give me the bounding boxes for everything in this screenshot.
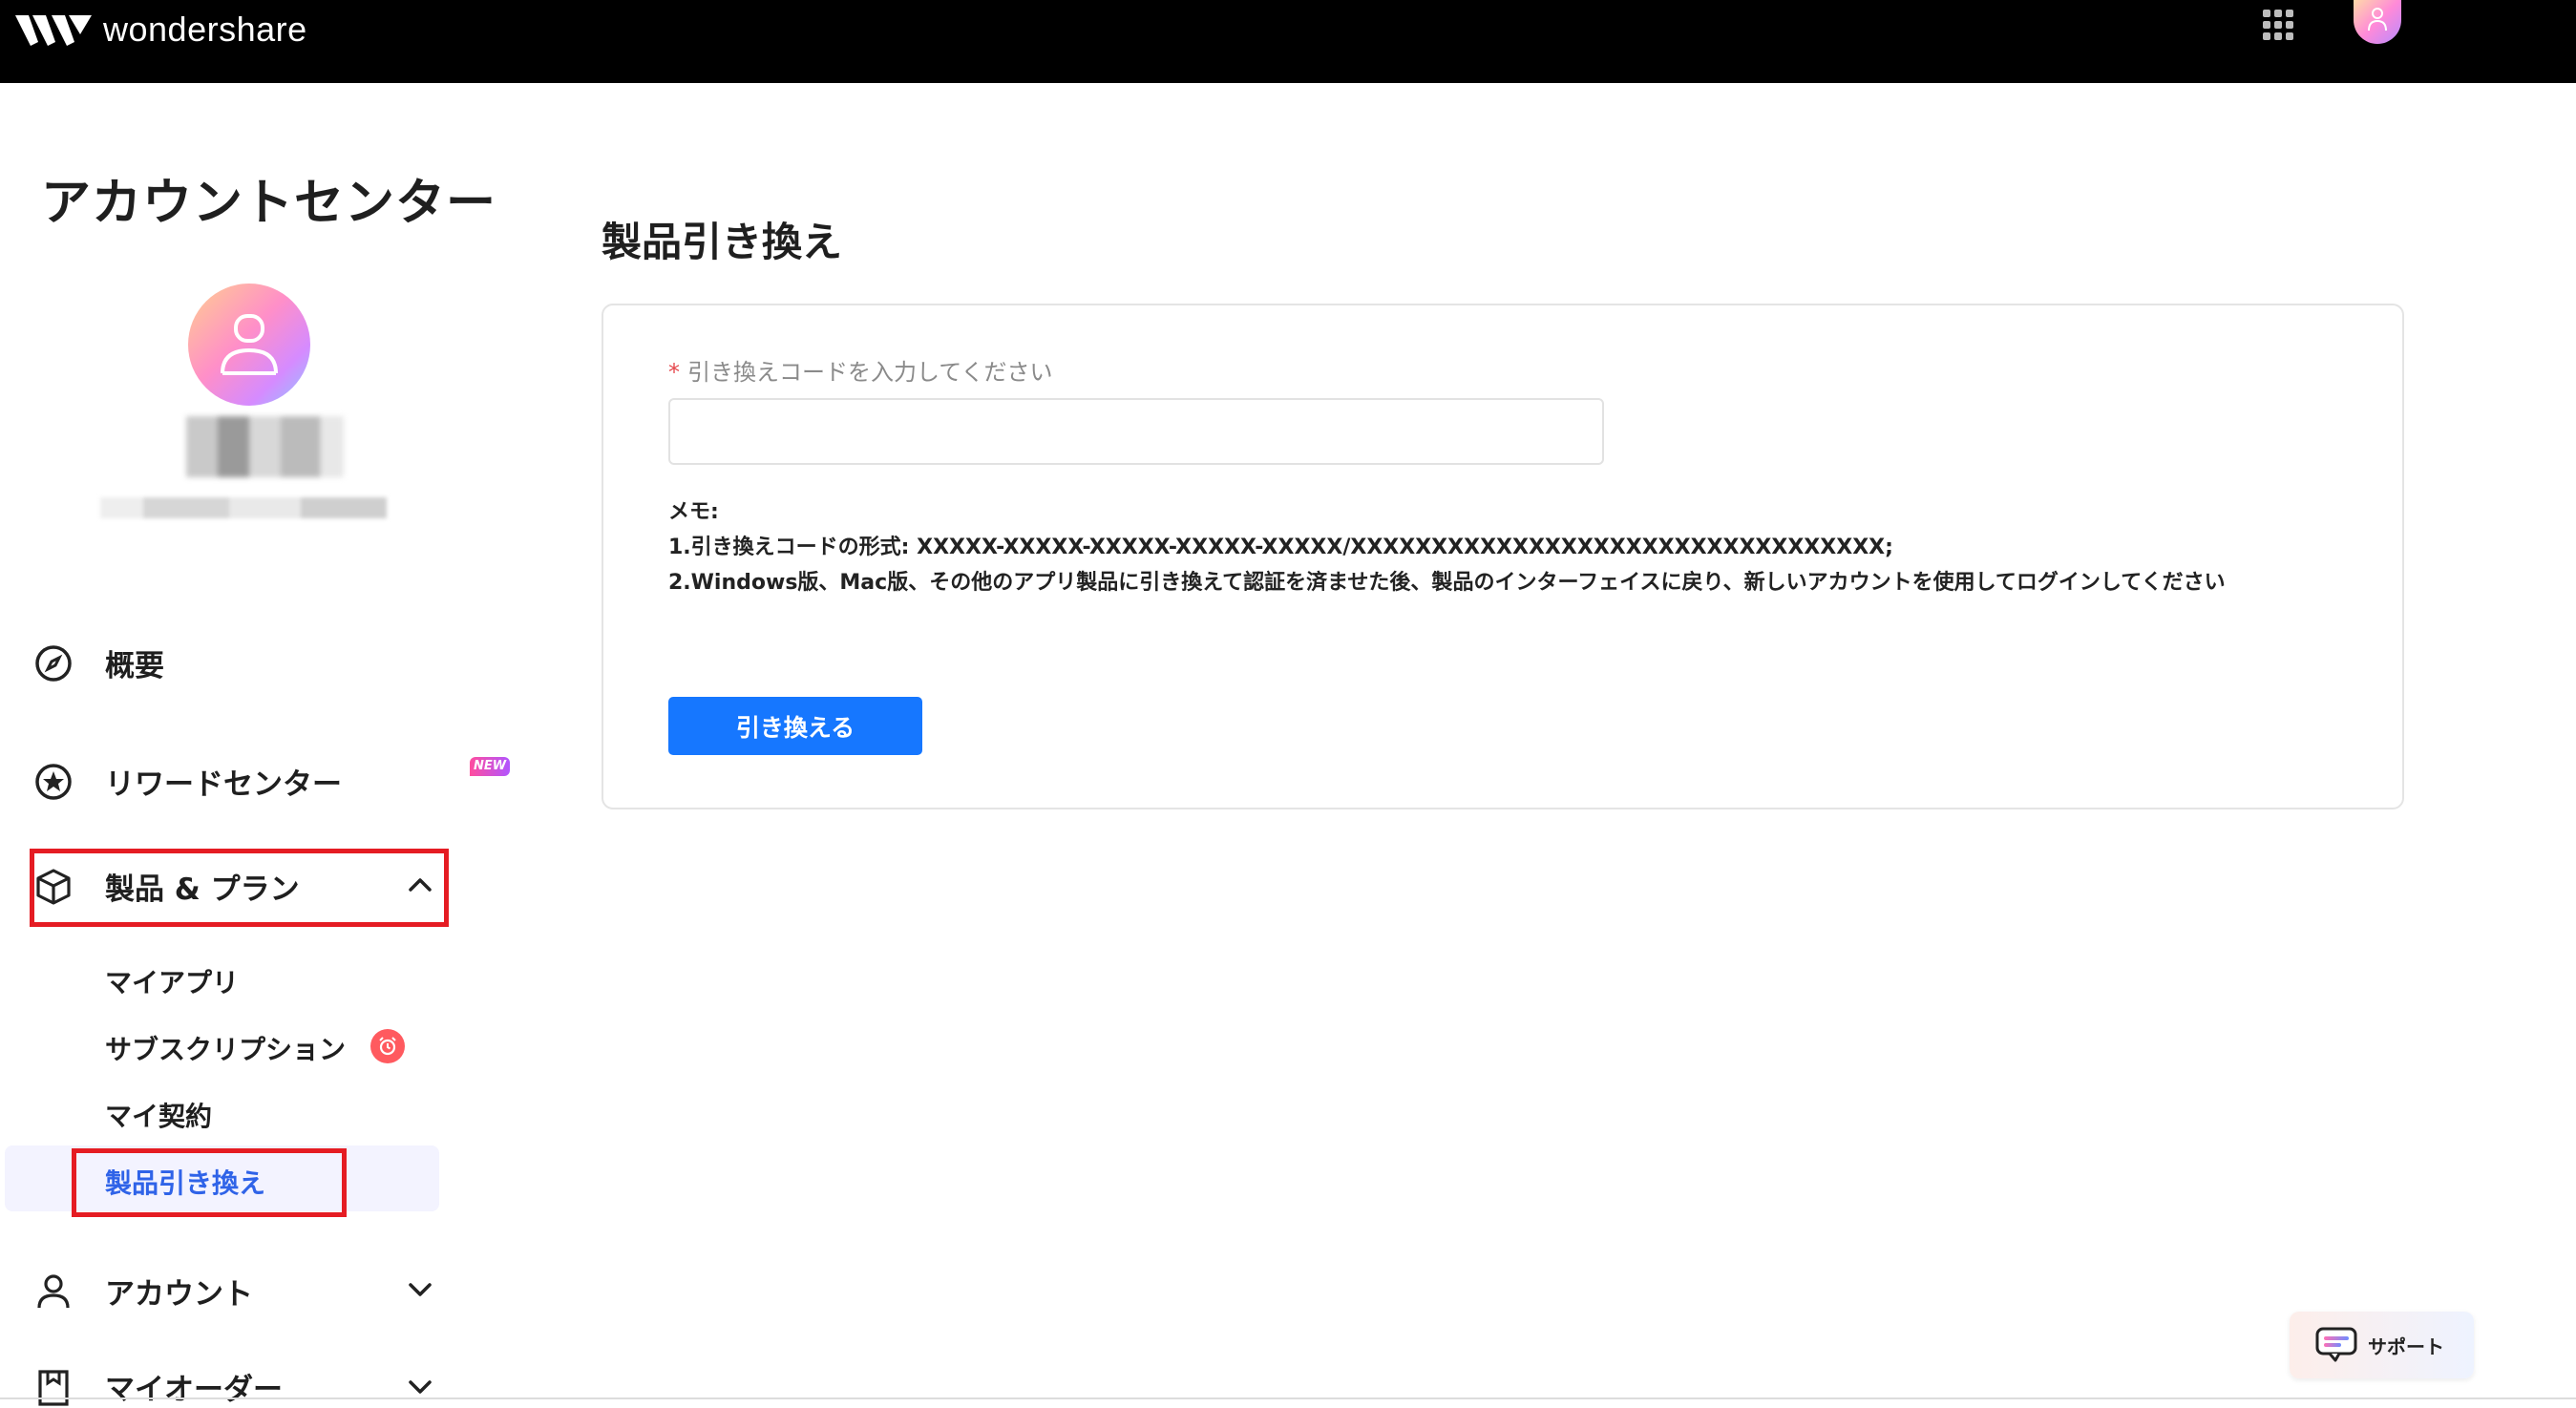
top-bar: wondershare: [0, 0, 2576, 83]
sidebar-item-label: 概要: [105, 649, 164, 683]
account-center-title: アカウントセンター: [41, 175, 497, 232]
support-button[interactable]: サポート: [2290, 1312, 2474, 1378]
sidebar-item-label: アカウント: [105, 1277, 253, 1312]
redeem-code-label: * 引き換えコードを入力してください: [668, 353, 1053, 387]
compass-icon: [35, 644, 72, 682]
order-icon: [38, 1369, 69, 1406]
redeem-code-input[interactable]: [668, 398, 1604, 465]
sidebar-subitem-my-apps[interactable]: マイアプリ: [105, 962, 239, 1000]
memo-line-format: 1.引き換えコードの形式: XXXXX-XXXXX-XXXXX-XXXXX-XX…: [668, 536, 1893, 559]
brand-name: wondershare: [103, 10, 307, 49]
memo-title: メモ:: [668, 500, 719, 524]
sidebar-subitem-my-contract[interactable]: マイ契約: [105, 1096, 212, 1134]
memo-block: メモ: 1.引き換えコードの形式: XXXXX-XXXXX-XXXXX-XXXX…: [668, 494, 2320, 600]
sidebar-item-overview[interactable]: 概要: [34, 641, 164, 684]
chevron-down-icon[interactable]: [406, 1275, 434, 1304]
blurred-username: [186, 416, 344, 477]
wondershare-logo[interactable]: wondershare: [13, 8, 307, 52]
support-label: サポート: [2368, 1334, 2444, 1358]
page-title: 製品引き換え: [602, 219, 843, 265]
apps-grid-icon[interactable]: [2263, 10, 2293, 40]
chat-icon: [2315, 1327, 2357, 1362]
redeem-button[interactable]: 引き換える: [668, 697, 922, 755]
wondershare-logo-icon: [15, 15, 92, 46]
sidebar-item-label: マイオーダー: [105, 1373, 283, 1407]
memo-line-instructions: 2.Windows版、Mac版、その他のアプリ製品に引き換えて認証を済ませた後、…: [668, 571, 2226, 595]
profile-avatar[interactable]: [188, 284, 310, 406]
required-mark: *: [668, 359, 680, 386]
new-badge: NEW: [470, 757, 510, 776]
user-avatar-icon[interactable]: [2354, 0, 2401, 44]
alarm-badge-icon: [370, 1029, 405, 1063]
user-outline-icon: [221, 314, 278, 375]
highlight-box-products: [30, 849, 449, 927]
sidebar-subitem-subscription[interactable]: サブスクリプション: [105, 1029, 346, 1067]
highlight-box-redeem: [72, 1148, 347, 1217]
sidebar-item-label: リワードセンター: [105, 767, 342, 802]
person-icon: [37, 1273, 70, 1308]
sidebar-item-my-orders[interactable]: マイオーダー: [34, 1365, 283, 1408]
sidebar-item-rewards[interactable]: リワードセンター: [34, 760, 342, 803]
sidebar-item-account[interactable]: アカウント: [34, 1270, 253, 1313]
star-badge-icon: [35, 763, 72, 800]
blurred-email: [100, 497, 387, 518]
field-label-text: 引き換えコードを入力してください: [687, 359, 1053, 386]
